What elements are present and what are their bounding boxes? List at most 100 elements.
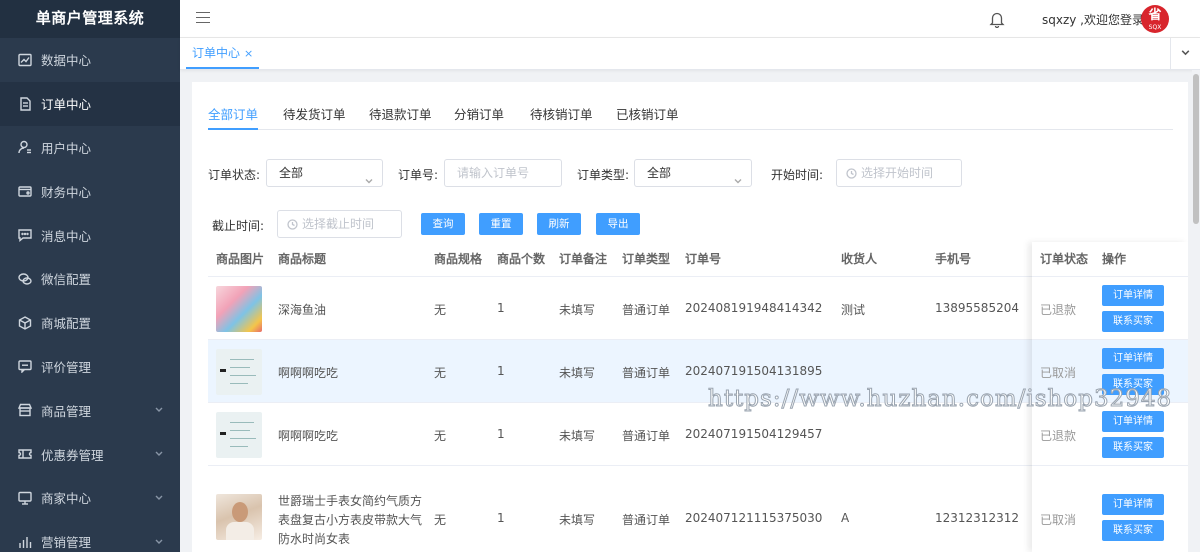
message-icon (18, 228, 32, 243)
column-header-actions: 操作 (1102, 252, 1127, 266)
sidebar-item-order-center[interactable]: 订单中心 (0, 81, 180, 126)
tab-dropdown-button[interactable] (1170, 38, 1200, 69)
chevron-down-icon (154, 534, 164, 549)
app-title: 单商户管理系统 (0, 0, 180, 38)
close-icon[interactable]: × (244, 47, 253, 60)
sidebar-item-label: 优惠券管理 (41, 447, 104, 463)
product-title-line: 防水时尚女表 (278, 532, 351, 546)
sidebar-item-message-center[interactable]: 消息中心 (0, 213, 180, 257)
product-spec: 无 (434, 429, 447, 443)
order-type-label: 订单类型: (577, 168, 630, 182)
product-spec: 无 (434, 513, 447, 527)
order-status: 已取消 (1040, 366, 1077, 380)
chevron-down-icon (1180, 47, 1191, 61)
sidebar-item-label: 评价管理 (41, 359, 92, 375)
column-header-remark: 订单备注 (559, 252, 608, 266)
product-count: 1 (497, 364, 505, 378)
receiver-name: A (841, 511, 850, 525)
tab-label: 订单中心 (192, 46, 241, 60)
tab-pending-verification[interactable]: 待核销订单 (530, 104, 593, 130)
contact-buyer-button[interactable]: 联系买家 (1102, 520, 1164, 541)
start-time-label: 开始时间: (771, 168, 824, 182)
table-row[interactable]: 深海鱼油 无 1 未填写 普通订单 202408191948414342 测试 … (208, 277, 1173, 340)
order-type-select[interactable]: 全部 (634, 159, 752, 187)
export-button[interactable]: 导出 (596, 213, 640, 235)
sidebar-item-review-management[interactable]: 评价管理 (0, 345, 180, 389)
order-status: 已取消 (1040, 513, 1077, 527)
contact-buyer-button[interactable]: 联系买家 (1102, 311, 1164, 332)
avatar-text: 省 (1148, 8, 1162, 23)
tab-pending-refund[interactable]: 待退款订单 (369, 104, 432, 130)
bar-chart-icon (18, 535, 32, 549)
order-detail-button[interactable]: 订单详情 (1102, 494, 1164, 515)
menu-toggle-icon[interactable] (196, 12, 210, 24)
product-count: 1 (497, 427, 505, 441)
chevron-down-icon (364, 169, 374, 195)
product-image (216, 494, 262, 540)
order-remark: 未填写 (559, 303, 596, 317)
end-time-input[interactable] (277, 210, 402, 238)
chevron-down-icon (154, 490, 164, 505)
order-number: 202407191504131895 (685, 364, 823, 378)
product-title: 深海鱼油 (278, 303, 327, 317)
order-number-input[interactable] (444, 159, 562, 187)
action-row: 已取消 订单详情 联系买家 (1032, 340, 1188, 403)
sidebar-item-label: 商城配置 (41, 316, 92, 332)
reset-button[interactable]: 重置 (479, 213, 523, 235)
order-status-select[interactable]: 全部 (266, 159, 383, 187)
sidebar-item-finance-center[interactable]: 财务中心 (0, 169, 180, 213)
scrollbar-thumb[interactable] (1193, 74, 1199, 224)
sidebar-item-label: 数据中心 (41, 53, 92, 69)
avatar[interactable]: 省 SQX (1141, 5, 1169, 33)
order-type-value: 全部 (647, 166, 672, 180)
welcome-text: sqxzy ,欢迎您登录 (1042, 13, 1145, 27)
sidebar-item-data-center[interactable]: 数据中心 (0, 38, 180, 82)
avatar-subtext: SQX (1148, 24, 1162, 31)
table-row[interactable]: 啊啊啊吃吃 无 1 未填写 普通订单 202407191504129457 (208, 403, 1173, 466)
top-header: sqxzy ,欢迎您登录 省 SQX (180, 0, 1200, 38)
order-detail-button[interactable]: 订单详情 (1102, 348, 1164, 369)
product-title-line: 世爵瑞士手表女简约气质方 (278, 494, 423, 508)
product-spec: 无 (434, 303, 447, 317)
sidebar-item-merchant-center[interactable]: 商家中心 (0, 476, 180, 520)
order-status-value: 全部 (279, 166, 304, 180)
order-status: 已退款 (1040, 303, 1077, 317)
start-time-input[interactable] (836, 159, 962, 187)
coupon-icon (18, 447, 32, 461)
order-list-card: 全部订单 待发货订单 待退款订单 分销订单 待核销订单 已核销订单 订单状态: … (192, 82, 1188, 552)
monitor-icon (18, 491, 32, 505)
action-row: 已取消 订单详情 联系买家 (1032, 466, 1188, 552)
table-row[interactable]: 世爵瑞士手表女简约气质方 表盘复古小方表皮带款大气 防水时尚女表 无 1 未填写… (208, 466, 1173, 552)
order-status-tabs: 全部订单 待发货订单 待退款订单 分销订单 待核销订单 已核销订单 (208, 104, 1173, 130)
query-button[interactable]: 查询 (421, 213, 465, 235)
end-time-label: 截止时间: (212, 219, 265, 233)
column-header-image: 商品图片 (216, 252, 265, 266)
sidebar-item-marketing-management[interactable]: 营销管理 (0, 520, 180, 552)
tab-pending-shipment[interactable]: 待发货订单 (283, 104, 346, 130)
order-type: 普通订单 (622, 513, 671, 527)
contact-buyer-button[interactable]: 联系买家 (1102, 437, 1164, 458)
action-row: 已退款 订单详情 联系买家 (1032, 277, 1188, 340)
table-row[interactable]: 啊啊啊吃吃 无 1 未填写 普通订单 202407191504131895 (208, 340, 1173, 403)
sidebar-item-label: 商家中心 (41, 491, 92, 507)
tab-all-orders[interactable]: 全部订单 (208, 104, 259, 130)
sidebar-item-wechat-config[interactable]: 微信配置 (0, 257, 180, 301)
sidebar-item-label: 财务中心 (41, 184, 92, 200)
column-header-count: 商品个数 (497, 252, 546, 266)
sidebar-item-user-center[interactable]: 用户中心 (0, 126, 180, 170)
refresh-button[interactable]: 刷新 (537, 213, 581, 235)
order-detail-button[interactable]: 订单详情 (1102, 285, 1164, 306)
order-remark: 未填写 (559, 513, 596, 527)
sidebar-item-coupon-management[interactable]: 优惠券管理 (0, 432, 180, 476)
bell-icon[interactable] (988, 10, 1006, 29)
tab-order-center[interactable]: 订单中心 × (186, 38, 260, 69)
sidebar-item-product-management[interactable]: 商品管理 (0, 388, 180, 432)
tab-verified-orders[interactable]: 已核销订单 (616, 104, 679, 130)
sidebar-item-mall-config[interactable]: 商城配置 (0, 301, 180, 345)
tab-distribution-orders[interactable]: 分销订单 (454, 104, 504, 130)
contact-buyer-button[interactable]: 联系买家 (1102, 374, 1164, 395)
order-detail-button[interactable]: 订单详情 (1102, 411, 1164, 432)
product-image (216, 349, 262, 395)
product-spec: 无 (434, 366, 447, 380)
chart-icon (18, 53, 32, 67)
